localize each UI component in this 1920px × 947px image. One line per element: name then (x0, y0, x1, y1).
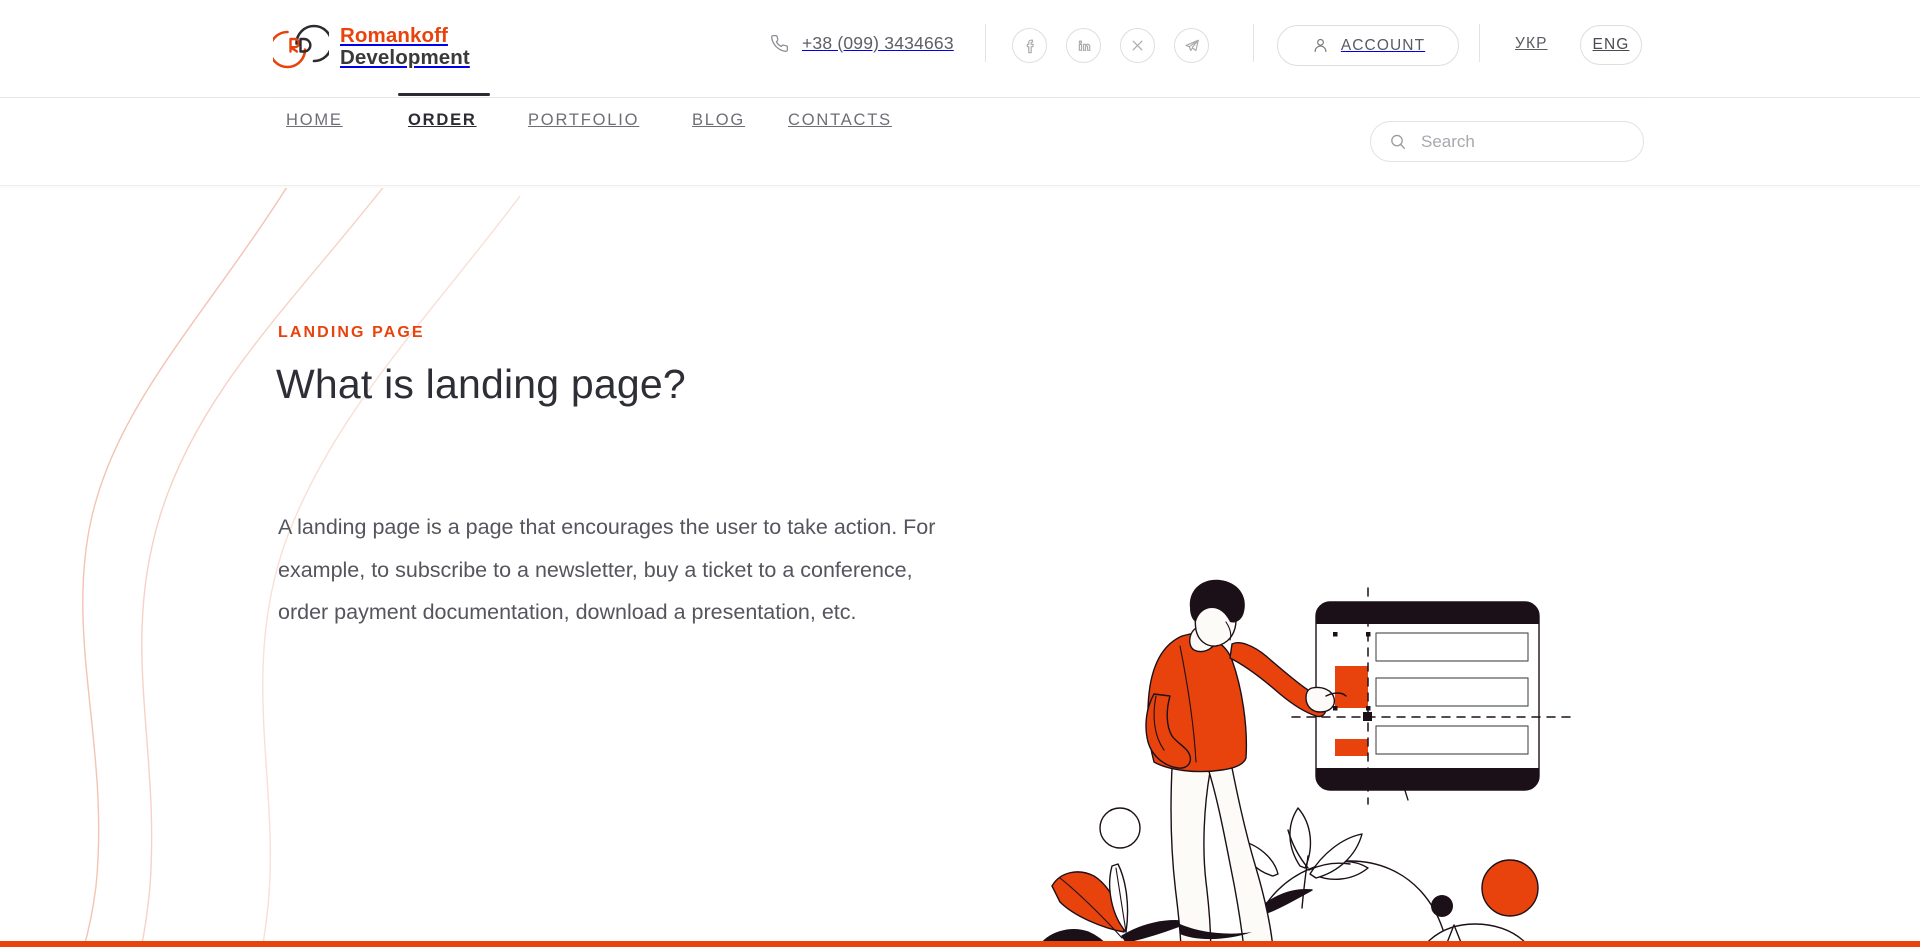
search-box[interactable] (1370, 121, 1644, 162)
header-separator-3 (1479, 24, 1480, 62)
header-shadow-line-2 (0, 186, 1920, 188)
logo-line-2: Development (340, 46, 470, 69)
hero-section: LANDING PAGE What is landing page? A lan… (0, 186, 1920, 947)
account-label: ACCOUNT (1340, 36, 1426, 54)
hero-eyebrow: LANDING PAGE (278, 324, 425, 341)
site-header: Romankoff Development +38 (099) 3434663 (0, 0, 1920, 188)
phone-icon (771, 34, 789, 52)
hero-illustration (1037, 579, 1576, 947)
nav-item-home[interactable]: HOME (286, 111, 343, 130)
phone-number: +38 (099) 3434663 (802, 33, 954, 53)
linkedin-icon[interactable] (1066, 28, 1101, 63)
page-root: Romankoff Development +38 (099) 3434663 (0, 0, 1920, 947)
facebook-icon[interactable] (1012, 28, 1047, 63)
nav-item-blog[interactable]: BLOG (692, 111, 745, 130)
logo-line-1: Romankoff (340, 24, 448, 48)
user-icon (1314, 38, 1327, 53)
language-ukr[interactable]: УКР (1515, 35, 1548, 53)
nav-item-portfolio[interactable]: PORTFOLIO (528, 111, 639, 130)
search-icon (1391, 134, 1405, 149)
phone-link[interactable]: +38 (099) 3434663 (770, 33, 954, 54)
page-title: What is landing page? (276, 361, 686, 407)
hero-body-text: A landing page is a page that encourages… (278, 515, 936, 624)
header-top-row: Romankoff Development +38 (099) 3434663 (0, 0, 1920, 98)
footer-accent-bar (0, 941, 1920, 947)
rd-monogram-logo-icon (273, 24, 329, 69)
telegram-icon[interactable] (1174, 28, 1209, 63)
search-input[interactable] (1421, 131, 1621, 152)
nav-item-contacts[interactable]: CONTACTS (788, 111, 892, 130)
header-bottom-divider-inner (278, 97, 1644, 98)
logo[interactable]: Romankoff Development (273, 20, 470, 74)
header-separator-2 (1253, 24, 1254, 62)
nav-item-order[interactable]: ORDER (408, 111, 477, 130)
header-separator-1 (985, 24, 986, 62)
logo-text: Romankoff Development (340, 25, 470, 68)
language-eng[interactable]: ENG (1580, 25, 1642, 65)
social-links (1012, 28, 1209, 63)
x-twitter-icon[interactable] (1120, 28, 1155, 63)
nav-active-indicator (398, 93, 490, 96)
account-button[interactable]: ACCOUNT (1277, 25, 1459, 66)
